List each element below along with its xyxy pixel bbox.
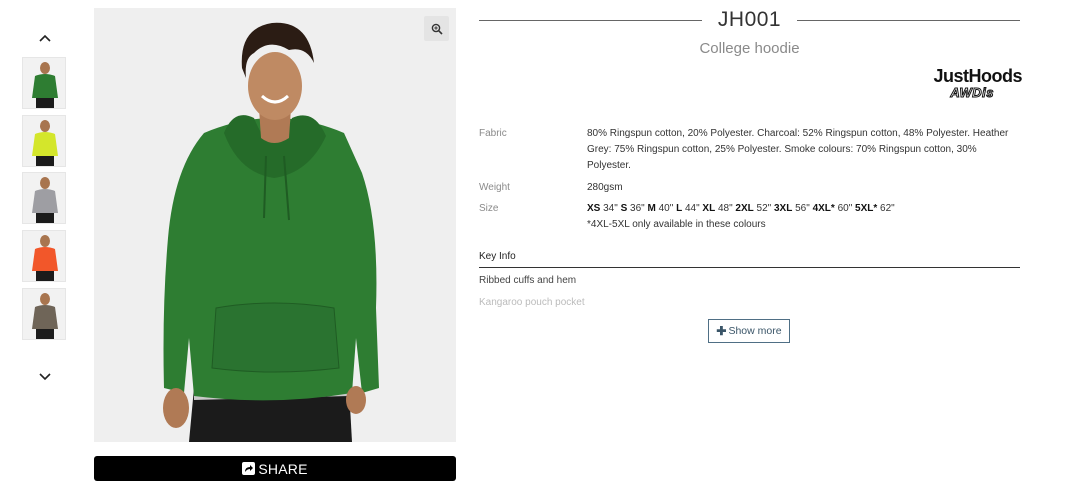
- show-more-button[interactable]: ✚ Show more: [708, 319, 790, 343]
- brand-logo-main: JustHoods: [933, 66, 1022, 86]
- thumbnails-up-button[interactable]: [22, 34, 67, 42]
- zoom-button[interactable]: [424, 16, 449, 41]
- key-info-item: Ribbed cuffs and hem: [479, 275, 577, 286]
- fabric-value: 80% Ringspun cotton, 20% Polyester. Char…: [587, 128, 1009, 171]
- product-thumbnail[interactable]: [22, 288, 66, 340]
- title-divider-left: [479, 19, 702, 21]
- size-list: XS 34" S 36" M 40" L 44" XL 48" 2XL 52" …: [587, 201, 1021, 217]
- size-entry: XS 34": [587, 203, 621, 214]
- key-info-item: Kangaroo pouch pocket: [479, 297, 585, 308]
- size-measure: 48": [715, 203, 736, 214]
- product-title-row: JH001: [479, 6, 1021, 34]
- size-measure: 60": [834, 203, 856, 214]
- thumbnail-image: [23, 231, 65, 281]
- size-measure: 52": [753, 203, 774, 214]
- size-entry: 3XL 56": [774, 203, 813, 214]
- product-thumbnail[interactable]: [22, 57, 66, 109]
- size-chart: XS 34" S 36" M 40" L 44" XL 48" 2XL 52" …: [587, 201, 1021, 233]
- share-label: SHARE: [258, 460, 308, 477]
- size-measure: 40": [655, 203, 677, 214]
- size-entry: 5XL* 62": [855, 203, 895, 214]
- title-divider-right: [797, 19, 1021, 21]
- thumbnail-image: [23, 173, 65, 223]
- size-label: Size: [479, 203, 499, 214]
- brand-logo-sub: AWDis: [950, 85, 994, 101]
- size-code: M: [647, 203, 656, 214]
- size-measure: 36": [627, 203, 648, 214]
- chevron-up-icon: [38, 34, 51, 42]
- size-code: 4XL*: [812, 203, 835, 214]
- thumbnail-image: [23, 289, 65, 339]
- zoom-in-icon: [431, 23, 443, 35]
- size-entry: M 40": [647, 203, 676, 214]
- thumbnails-down-button[interactable]: [22, 373, 67, 381]
- product-thumbnail[interactable]: [22, 172, 66, 224]
- thumbnail-image: [23, 116, 65, 166]
- show-more-label: Show more: [728, 325, 782, 337]
- key-info-divider: [479, 267, 1020, 268]
- product-name: College hoodie: [699, 40, 800, 57]
- hoodie-model-photo: [94, 8, 456, 442]
- size-entry: 4XL* 60": [813, 203, 855, 214]
- plus-icon: ✚: [716, 324, 727, 338]
- size-measure: 34": [600, 203, 621, 214]
- size-code: XS: [587, 203, 601, 214]
- size-measure: 56": [792, 203, 813, 214]
- weight-label: Weight: [479, 182, 510, 193]
- size-entry: S 36": [621, 203, 648, 214]
- size-code: 2XL: [735, 203, 754, 214]
- weight-value: 280gsm: [587, 182, 623, 193]
- product-thumbnail[interactable]: [22, 230, 66, 282]
- size-measure: 62": [877, 203, 895, 214]
- brand-logo: JustHoods AWDis: [902, 66, 1022, 101]
- main-product-image[interactable]: [94, 8, 456, 442]
- size-code: 5XL*: [855, 203, 878, 214]
- size-measure: 44": [682, 203, 703, 214]
- product-thumbnail[interactable]: [22, 115, 66, 167]
- fabric-label: Fabric: [479, 128, 507, 139]
- size-code: 3XL: [774, 203, 793, 214]
- share-icon: [242, 462, 256, 475]
- share-button[interactable]: SHARE: [94, 456, 456, 481]
- thumbnail-image: [23, 58, 65, 108]
- product-code: JH001: [717, 8, 782, 31]
- size-code: XL: [702, 203, 716, 214]
- chevron-down-icon: [38, 373, 51, 381]
- size-entry: 2XL 52": [735, 203, 774, 214]
- size-entry: XL 48": [702, 203, 735, 214]
- key-info-heading: Key Info: [479, 251, 516, 262]
- size-note: *4XL-5XL only available in these colours: [587, 219, 766, 230]
- size-entry: L 44": [676, 203, 702, 214]
